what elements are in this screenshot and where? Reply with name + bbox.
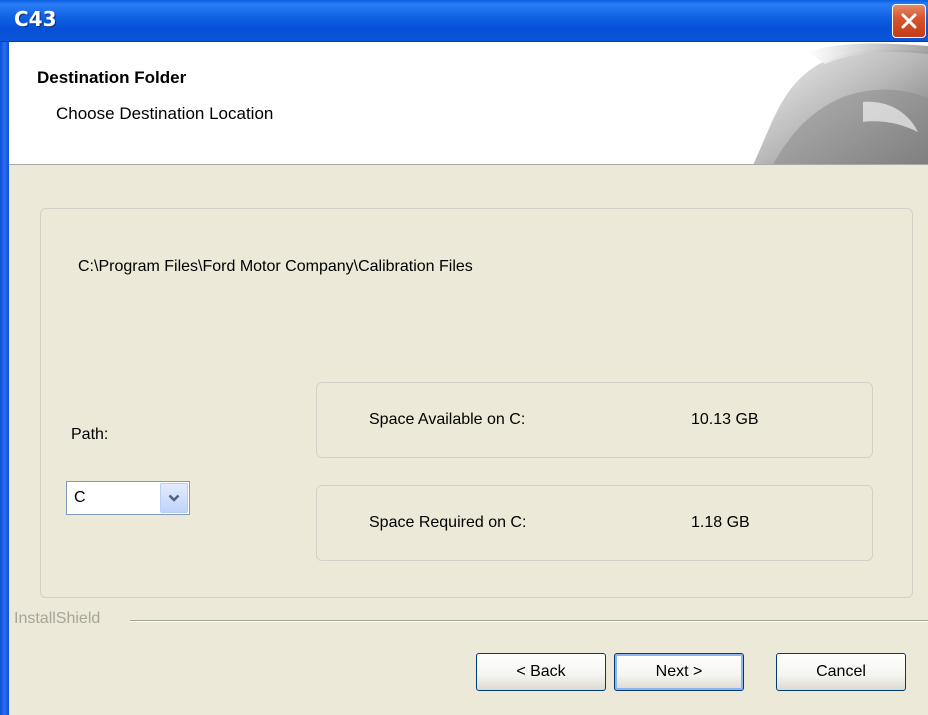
next-button[interactable]: Next >: [614, 653, 744, 691]
space-available-box: Space Available on C: 10.13 GB: [316, 382, 873, 458]
drive-dropdown-button[interactable]: [160, 483, 188, 513]
space-required-box: Space Required on C: 1.18 GB: [316, 485, 873, 561]
title-bar[interactable]: C43: [0, 0, 928, 42]
close-icon: [901, 13, 917, 29]
space-available-label: Space Available on C:: [369, 411, 526, 428]
window-border: [0, 42, 9, 715]
drive-select[interactable]: C: [66, 481, 190, 515]
installshield-brand: InstallShield: [14, 610, 107, 628]
space-required-label: Space Required on C:: [369, 514, 527, 531]
installer-graphic-icon: [753, 43, 928, 164]
drive-select-value: C: [74, 489, 86, 506]
header-panel: Destination Folder Choose Destination Lo…: [9, 42, 928, 165]
space-available-value: 10.13 GB: [691, 411, 759, 428]
window-title: C43: [14, 7, 57, 31]
footer-separator: [130, 620, 928, 622]
space-required-value: 1.18 GB: [691, 514, 750, 531]
cancel-button[interactable]: Cancel: [776, 653, 906, 691]
path-label: Path:: [71, 426, 109, 443]
chevron-down-icon: [168, 494, 180, 502]
page-subtitle: Choose Destination Location: [56, 104, 274, 123]
page-title: Destination Folder: [37, 68, 187, 87]
back-button[interactable]: < Back: [476, 653, 606, 691]
destination-path: C:\Program Files\Ford Motor Company\Cali…: [78, 258, 473, 275]
close-button[interactable]: [892, 4, 926, 38]
